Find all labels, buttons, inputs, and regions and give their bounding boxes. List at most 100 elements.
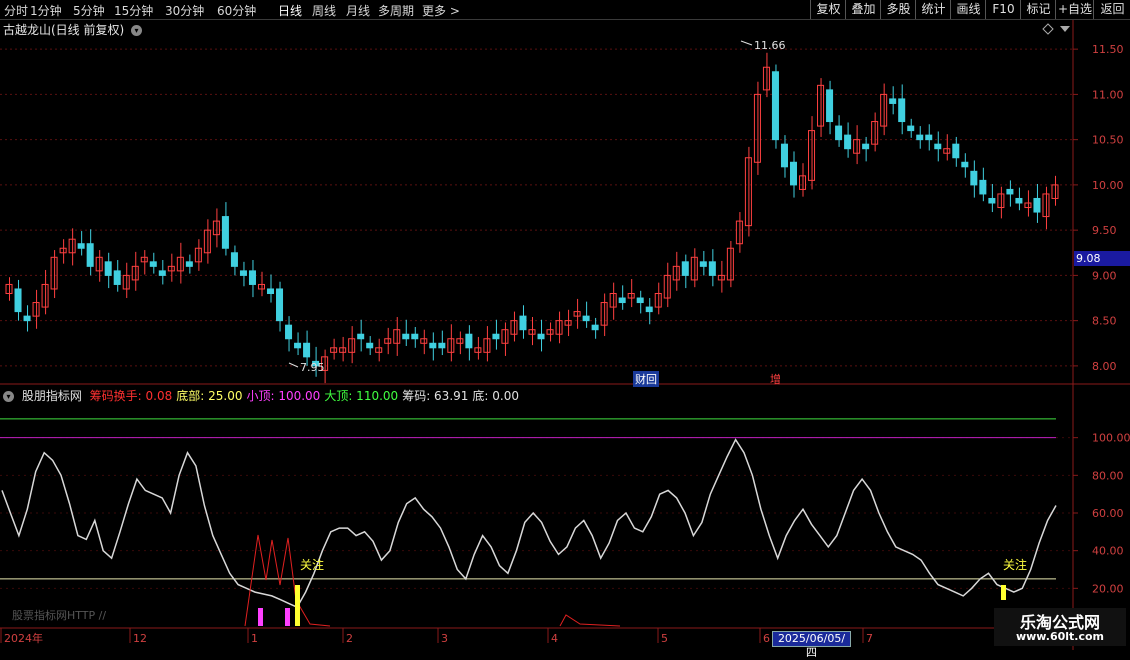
- date-label: 2: [346, 632, 353, 645]
- indicator-legend: ▾ 股朋指标网 筹码换手: 0.08 底部: 25.00 小顶: 100.00 大顶:…: [3, 387, 527, 404]
- candle-body: [970, 170, 978, 186]
- candle-body: [925, 134, 933, 141]
- date-label: 4: [551, 632, 558, 645]
- candle-body: [104, 261, 112, 276]
- indicator-tick-label: 40.00: [1092, 545, 1124, 558]
- candle-body: [1006, 188, 1014, 195]
- signal-label: 关注: [300, 557, 324, 572]
- candle-body: [1015, 197, 1023, 204]
- price-tick-label: 8.50: [1092, 315, 1117, 328]
- candle-body: [835, 125, 843, 141]
- candle-body: [357, 333, 365, 340]
- price-tick-label: 10.00: [1092, 179, 1124, 192]
- date-label: 7: [866, 632, 873, 645]
- candle-body: [239, 270, 247, 276]
- candle-body: [294, 342, 302, 349]
- candle-body: [591, 324, 599, 331]
- candle-body: [113, 270, 121, 285]
- candle-body: [952, 143, 960, 159]
- indicator-tick-label: 80.00: [1092, 469, 1124, 482]
- chevron-down-icon[interactable]: ▾: [3, 391, 14, 402]
- candle-body: [979, 179, 987, 195]
- watermark-url: www.60lt.com: [1015, 630, 1105, 643]
- candle-body: [465, 333, 473, 349]
- indicator-field-0: 筹码换手: 0.08: [89, 389, 173, 403]
- candle-body: [988, 197, 996, 204]
- candle-body: [230, 252, 238, 267]
- date-label: 5: [661, 632, 668, 645]
- price-tick-label: 8.00: [1092, 360, 1117, 373]
- chart-canvas: 11.50 11.00 10.50 10.00 9.50 9.00 8.50 8.00 11.6…: [0, 20, 1130, 650]
- current-price-box: 9.08: [1074, 251, 1130, 266]
- price-tick-label: 9.50: [1092, 224, 1117, 237]
- date-label: 1: [251, 632, 258, 645]
- indicator-name: 股朋指标网: [21, 389, 82, 403]
- candle-body: [618, 297, 626, 304]
- candle-body: [681, 261, 689, 276]
- candle-body: [158, 270, 166, 276]
- indicator-watermark: 股票指标网HTTP //: [12, 608, 106, 622]
- candle-body: [961, 161, 969, 168]
- price-tick-label: 11.50: [1092, 43, 1124, 56]
- candle-body: [14, 288, 22, 313]
- candle-body: [86, 243, 94, 267]
- candle-body: [582, 315, 590, 322]
- event-badge-financial[interactable]: 财回: [633, 371, 659, 387]
- price-tick-label: 11.00: [1092, 88, 1124, 101]
- date-label: 3: [441, 632, 448, 645]
- chevron-down-icon: [1060, 26, 1070, 32]
- candle-body: [1033, 197, 1041, 213]
- indicator-tick-label: 20.00: [1092, 582, 1124, 595]
- diamond-icon: [1042, 23, 1054, 35]
- indicator-tick-label: 100.00: [1092, 432, 1130, 445]
- candle-body: [492, 333, 500, 340]
- candle-body: [276, 288, 284, 322]
- candle-body: [844, 134, 852, 150]
- candle-body: [23, 315, 31, 322]
- candle-body: [266, 288, 275, 295]
- candle-body: [889, 98, 897, 104]
- candle-body: [826, 89, 834, 123]
- signal-label: 关注: [1003, 557, 1027, 572]
- candle-body: [636, 297, 644, 304]
- candle-body: [285, 324, 293, 340]
- price-tick-label: 10.50: [1092, 134, 1124, 147]
- candle-body: [708, 261, 716, 276]
- indicator-field-2: 小顶: 100.00: [246, 389, 321, 403]
- candle-body: [429, 342, 437, 349]
- candle-body: [41, 283, 49, 308]
- site-watermark: 乐淘公式网 www.60lt.com: [994, 608, 1126, 646]
- indicator-field-5: 底: 0.00: [472, 389, 519, 403]
- candle-body: [780, 143, 788, 168]
- candle-body: [645, 306, 653, 313]
- price-tick-label: 9.00: [1092, 269, 1117, 282]
- candle-body: [934, 143, 942, 150]
- indicator-fields: 筹码换手: 0.08 底部: 25.00 小顶: 100.00 大顶: 110.00 筹…: [90, 389, 523, 403]
- candle-body: [221, 216, 229, 249]
- indicator-tick-label: 60.00: [1092, 507, 1124, 520]
- candle-body: [402, 333, 410, 340]
- date-label: 6: [763, 632, 770, 645]
- candle-body: [771, 71, 779, 141]
- date-label: 12: [133, 632, 147, 645]
- candle-body: [537, 333, 545, 340]
- candle-body: [699, 261, 707, 267]
- candle-body: [411, 333, 419, 340]
- candle-body: [303, 342, 311, 358]
- event-badge-increase[interactable]: 增: [768, 371, 783, 387]
- max-price-label: 11.66: [754, 39, 786, 52]
- min-price-label: 7.95: [300, 361, 325, 374]
- signal-bar: [285, 608, 290, 626]
- candle-body: [916, 134, 924, 141]
- candle-body: [519, 315, 527, 331]
- max-marker-line: [740, 40, 753, 46]
- cursor-date: 2025/06/05/四: [772, 631, 851, 659]
- candle-body: [366, 342, 374, 349]
- candle-body: [789, 161, 798, 186]
- signal-bar: [295, 585, 300, 626]
- indicator-line: [1, 438, 1057, 609]
- candle-body: [438, 342, 446, 349]
- signal-bar: [1001, 585, 1006, 600]
- candle-body: [149, 261, 157, 267]
- candle-body: [248, 270, 256, 285]
